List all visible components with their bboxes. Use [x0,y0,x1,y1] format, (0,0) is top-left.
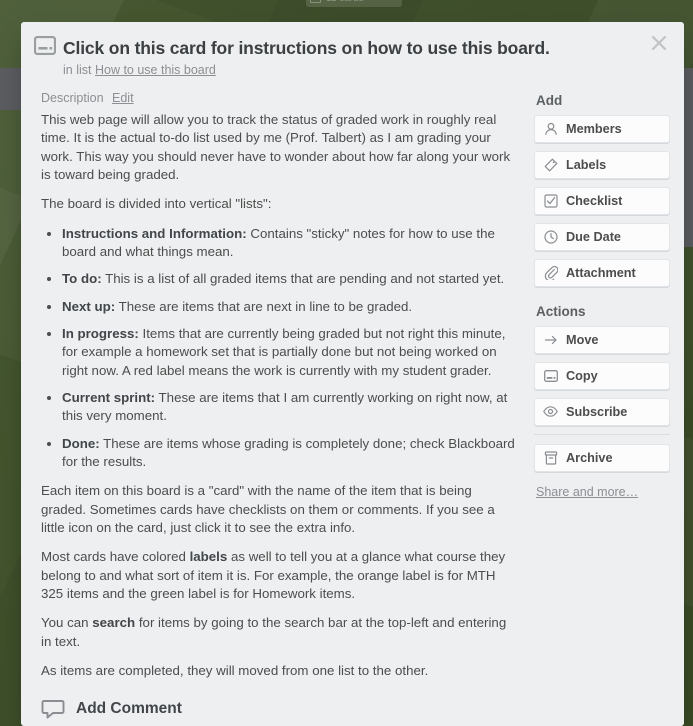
archive-button[interactable]: Archive [534,443,670,472]
sidebar-add-heading: Add [536,92,563,108]
member-icon [543,122,558,136]
description-paragraph: This web page will allow you to track th… [41,111,511,182]
modal-scrim-right[interactable] [684,68,693,247]
page-title: Click on this card for instructions on h… [63,38,550,58]
sidebar-actions-heading: Actions [536,303,586,319]
comment-heading-label: Add Comment [76,700,182,718]
description-header: Description Edit [41,91,520,105]
sidebar-divider [534,433,670,435]
copy-button[interactable]: Copy [534,361,670,390]
description-label: Description [41,90,104,105]
description-list-item: Current sprint: These are items that I a… [62,389,520,426]
list-name-link[interactable]: How to use this board [95,63,216,77]
side-button-label: Attachment [566,265,636,280]
description-paragraph: As items are completed, they will moved … [41,663,429,679]
side-button-label: Archive [566,450,613,465]
list-item-term: Done: [62,435,100,451]
add-checklist-button[interactable]: Checklist [534,186,670,215]
description-paragraph: You can search for items by going to the… [41,615,507,649]
share-and-more-link[interactable]: Share and more… [536,485,638,499]
list-item-term: To do: [62,271,102,287]
card-window-icon [543,369,558,382]
archive-box-icon [543,451,558,465]
description-body[interactable]: This web page will allow you to track th… [41,111,520,681]
description-list-item: Next up: These are items that are next i… [62,298,520,316]
side-button-label: Subscribe [566,404,628,419]
background-card-label: 11 cards [326,0,364,4]
comment-heading: Add Comment [41,699,527,719]
label-tag-icon [543,158,558,172]
description-column: Description Edit This web page will allo… [41,91,534,692]
description-list-item: In progress: Items that are currently be… [62,325,520,380]
add-button-group: Members Labels Checklist Due Date Attachment [534,114,670,287]
card-list-breadcrumb: in list How to use this board [63,63,624,77]
add-members-button[interactable]: Members [534,114,670,143]
side-button-label: Due Date [566,229,621,244]
list-item-term: In progress: [62,325,139,341]
speech-bubble-icon [41,699,65,719]
move-button[interactable]: Move [534,325,670,354]
list-item-term: Next up: [62,298,116,314]
modal-scrim-left[interactable] [0,68,21,110]
in-list-label: in list [63,62,92,77]
description-paragraph: The board is divided into vertical "list… [41,196,272,212]
add-due-date-button[interactable]: Due Date [534,222,670,251]
description-list-item: Done: These are items whose grading is c… [62,435,520,472]
archive-button-slot: Archive [534,443,670,472]
add-attachment-button[interactable]: Attachment [534,258,670,287]
description-paragraph: Most cards have colored labels as well t… [41,549,506,602]
paperclip-icon [543,265,558,280]
edit-description-link[interactable]: Edit [112,91,134,105]
description-list: Instructions and Information: Contains "… [41,225,520,472]
side-button-label: Members [566,121,622,136]
card-sidebar: Add Members Labels Checklist Due Date Attach… [534,91,670,501]
add-labels-button[interactable]: Labels [534,150,670,179]
card-body: Description Edit This web page will allo… [21,79,684,692]
side-button-label: Move [566,332,599,347]
mini-card-icon [310,0,321,3]
card-detail-modal: Click on this card for instructions on h… [21,22,684,726]
background-card-peek[interactable]: 11 cards [306,0,402,7]
emphasis-text: labels [189,549,228,565]
card-header: Click on this card for instructions on h… [21,22,684,79]
emphasis-text: search [92,615,136,631]
clock-icon [543,230,558,244]
action-button-group: Move Copy Subscribe [534,325,670,426]
description-list-item: Instructions and Information: Contains "… [62,225,520,262]
side-button-label: Checklist [566,193,623,208]
eye-icon [543,406,558,418]
list-item-term: Instructions and Information: [62,225,247,241]
add-comment-section: Add Comment [21,691,541,726]
list-item-term: Current sprint: [62,390,156,405]
card-window-icon [33,35,57,56]
side-button-label: Labels [566,157,607,172]
description-paragraph: Each item on this board is a "card" with… [41,483,495,536]
subscribe-button[interactable]: Subscribe [534,397,670,426]
side-button-label: Copy [566,368,598,383]
description-list-item: To do: This is a list of all graded item… [62,270,520,288]
arrow-right-icon [543,333,558,347]
checklist-icon [543,194,558,208]
